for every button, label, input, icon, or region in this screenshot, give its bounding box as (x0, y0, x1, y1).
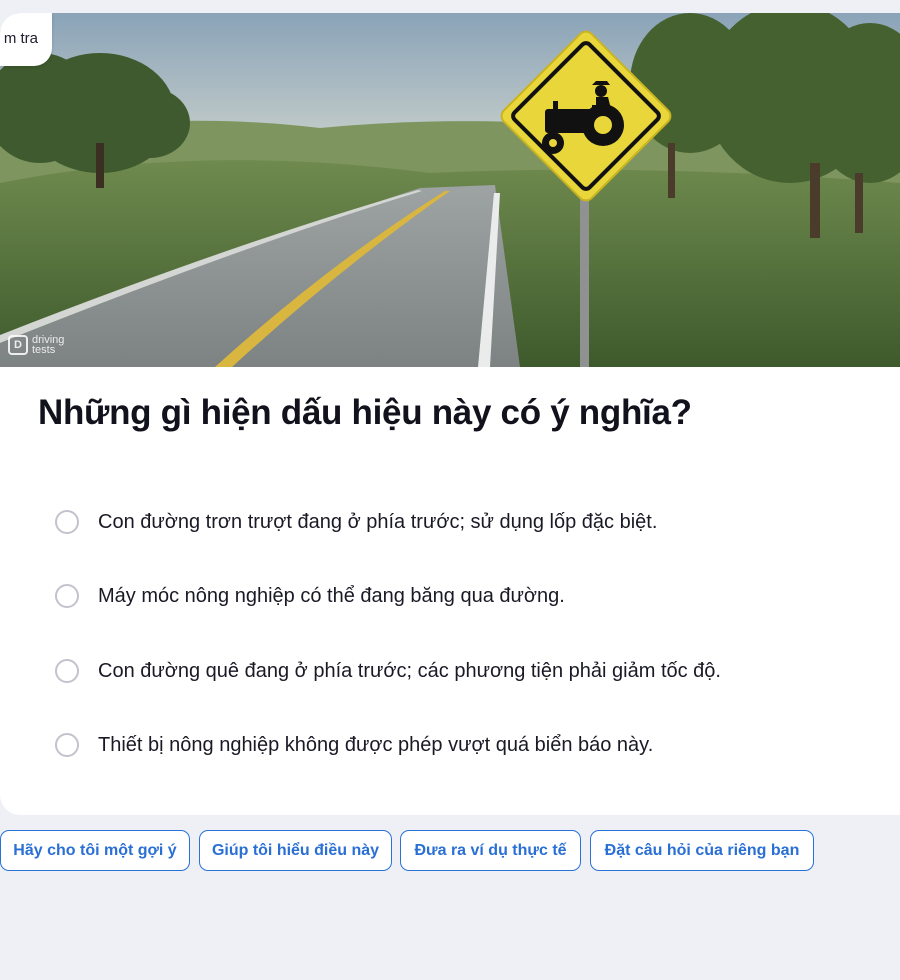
driving-tests-logo-icon: D (8, 335, 28, 355)
radio-button[interactable] (55, 510, 79, 534)
ask-question-chip-button[interactable]: Đặt câu hỏi của riêng bạn (590, 830, 814, 871)
quiz-badge-label: m tra (3, 30, 38, 47)
question-title: Những gì hiện dấu hiệu này có ý nghĩa? (38, 393, 692, 432)
answer-option-label: Con đường trơn trượt đang ở phía trước; … (98, 510, 658, 533)
radio-button[interactable] (55, 584, 79, 608)
answer-option[interactable]: Con đường quê đang ở phía trước; các phư… (55, 651, 721, 691)
answer-option-label: Thiết bị nông nghiệp không được phép vượ… (98, 733, 654, 756)
radio-button[interactable] (55, 659, 79, 683)
radio-button[interactable] (55, 733, 79, 757)
explain-chip-button[interactable]: Giúp tôi hiểu điều này (199, 830, 392, 871)
answer-option-label: Máy móc nông nghiệp có thể đang băng qua… (98, 584, 565, 607)
question-image: D driving tests (0, 13, 900, 367)
answer-option-label: Con đường quê đang ở phía trước; các phư… (98, 659, 721, 682)
answer-option[interactable]: Thiết bị nông nghiệp không được phép vượ… (55, 725, 653, 765)
answer-option[interactable]: Máy móc nông nghiệp có thể đang băng qua… (55, 576, 565, 616)
quiz-badge: m tra (0, 13, 52, 66)
answer-option[interactable]: Con đường trơn trượt đang ở phía trước; … (55, 502, 657, 542)
driving-tests-watermark: D driving tests (8, 335, 64, 356)
example-chip-button[interactable]: Đưa ra ví dụ thực tế (400, 830, 581, 871)
hint-chip-button[interactable]: Hãy cho tôi một gợi ý (0, 830, 190, 871)
